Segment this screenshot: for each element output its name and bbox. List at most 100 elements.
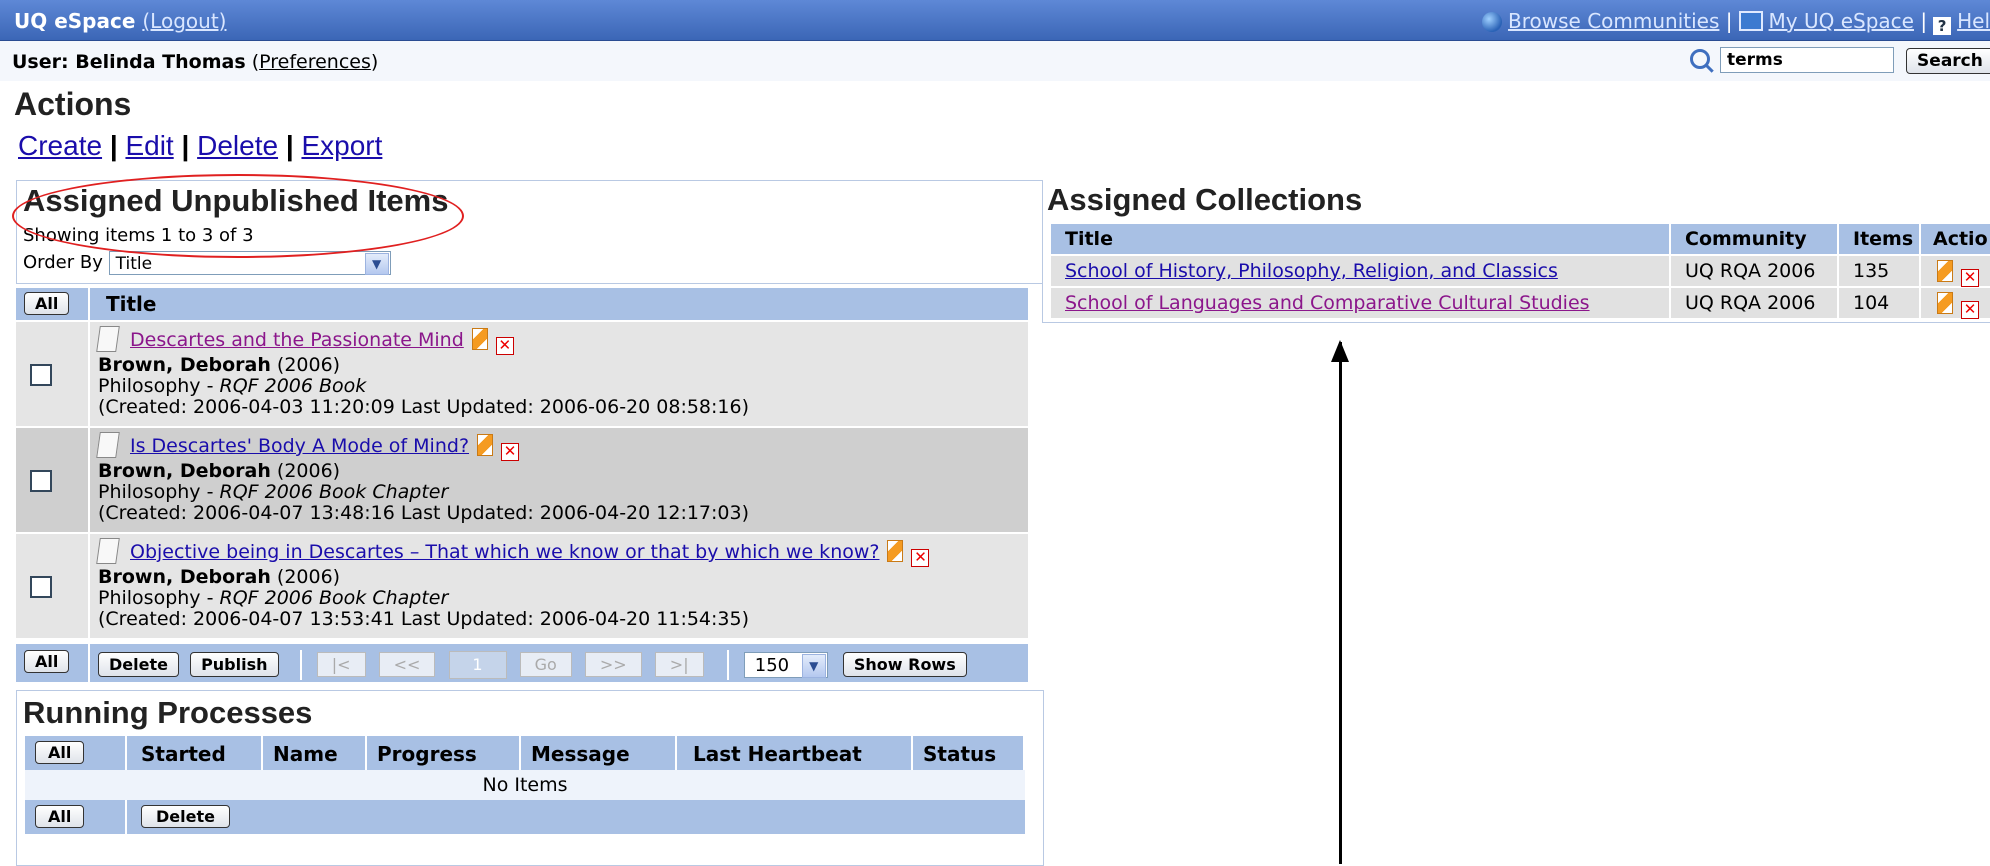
rows-per-page-value: 150 [754, 655, 790, 676]
site-name: UQ eSpace [14, 9, 136, 33]
item-author: Brown, Deborah [98, 566, 271, 588]
column-divider [125, 800, 127, 834]
row-checkbox[interactable] [30, 470, 52, 492]
title-column-header: Title [106, 292, 157, 316]
document-icon [96, 538, 120, 564]
processes-table-header: All Started Name Progress Message Last H… [25, 736, 1025, 770]
delete-icon[interactable]: ✕ [1961, 269, 1979, 287]
item-details: Is Descartes' Body A Mode of Mind? ✕ Brow… [96, 432, 750, 524]
order-by-value: Title [115, 254, 153, 274]
row-actions: ✕ [1929, 260, 1979, 287]
page-number-input[interactable]: 1 [448, 651, 507, 679]
table-row: Objective being in Descartes – That whic… [16, 534, 1028, 638]
delete-icon[interactable]: ✕ [1961, 301, 1979, 319]
edit-icon[interactable] [477, 434, 494, 456]
item-type: RQF 2006 Book Chapter [219, 481, 449, 503]
row-checkbox[interactable] [30, 364, 52, 386]
logout-link[interactable]: (Logout) [142, 9, 226, 33]
separator: | [1920, 9, 1928, 33]
column-divider [125, 736, 127, 770]
column-divider [1919, 288, 1921, 318]
show-rows-button[interactable]: Show Rows [842, 651, 967, 677]
document-icon [96, 326, 120, 352]
item-type: RQF 2006 Book Chapter [219, 587, 449, 609]
go-button[interactable]: Go [519, 651, 572, 677]
items-table-header: All Title [16, 288, 1028, 320]
delete-icon[interactable]: ✕ [501, 443, 520, 461]
column-divider [1669, 288, 1671, 318]
order-by: Order By Title ▼ [23, 251, 391, 275]
community-column-header: Community [1685, 228, 1807, 250]
showing-count: Showing items 1 to 3 of 3 [23, 225, 254, 246]
order-by-label: Order By [23, 252, 103, 273]
row-checkbox-cell [16, 534, 90, 638]
row-checkbox-cell [16, 322, 90, 426]
item-author: Brown, Deborah [98, 354, 271, 376]
user-label: User: [12, 51, 76, 73]
row-checkbox-cell [16, 428, 90, 532]
my-espace-link[interactable]: My UQ eSpace [1769, 9, 1914, 33]
preferences-link[interactable]: Preferences [259, 51, 371, 73]
pager-controls: Delete Publish |< << 1 Go >> >| 150 ▼ Sho… [98, 650, 973, 680]
select-all-button[interactable]: All [24, 650, 70, 673]
next-page-button[interactable]: >> [584, 651, 642, 677]
search-icon [1690, 48, 1710, 69]
select-all-cell: All [16, 288, 90, 320]
delete-icon[interactable]: ✕ [911, 549, 930, 567]
delete-button[interactable]: Delete [98, 651, 179, 677]
column-divider [1837, 224, 1839, 254]
edit-icon[interactable] [471, 328, 488, 350]
actions-column-header: Actio [1933, 228, 1988, 250]
item-dates: (Created: 2006-04-07 13:48:16 Last Updat… [98, 502, 750, 524]
last-page-button[interactable]: >| [654, 651, 704, 677]
help-icon: ? [1933, 17, 1952, 35]
item-dates: (Created: 2006-04-03 11:20:09 Last Updat… [98, 396, 750, 418]
item-title-link[interactable]: Objective being in Descartes – That whic… [130, 541, 879, 563]
chevron-down-icon: ▼ [801, 654, 826, 678]
create-link[interactable]: Create [18, 130, 102, 161]
order-by-select[interactable]: Title ▼ [108, 251, 391, 275]
item-subject: Philosophy - [98, 587, 220, 609]
rows-per-page-select[interactable]: 150 ▼ [743, 652, 828, 678]
user-info: User: Belinda Thomas (Preferences) [12, 51, 379, 73]
collection-community: UQ RQA 2006 [1685, 292, 1816, 314]
edit-icon[interactable] [1937, 292, 1953, 314]
browse-communities-link[interactable]: Browse Communities [1508, 9, 1719, 33]
collection-title-link[interactable]: School of Languages and Comparative Cult… [1065, 292, 1590, 314]
select-all-button[interactable]: All [24, 292, 70, 315]
export-link[interactable]: Export [301, 130, 382, 161]
table-row: Is Descartes' Body A Mode of Mind? ✕ Brow… [16, 428, 1028, 532]
search-input[interactable] [1720, 47, 1894, 73]
collection-community: UQ RQA 2006 [1685, 260, 1816, 282]
table-row: School of Languages and Comparative Cult… [1051, 288, 1990, 319]
delete-icon[interactable]: ✕ [495, 337, 514, 355]
delete-processes-button[interactable]: Delete [141, 805, 230, 828]
edit-icon[interactable] [1937, 260, 1953, 282]
help-link[interactable]: Hel [1957, 9, 1990, 33]
column-divider [1023, 736, 1025, 770]
edit-icon[interactable] [887, 540, 904, 562]
running-processes-panel: Running Processes All Started Name Progr… [16, 690, 1044, 866]
first-page-button[interactable]: |< [316, 651, 366, 677]
row-checkbox[interactable] [30, 576, 52, 598]
collection-item-count: 135 [1853, 260, 1890, 282]
prev-page-button[interactable]: << [378, 651, 436, 677]
delete-link[interactable]: Delete [197, 130, 278, 161]
select-all-button[interactable]: All [35, 805, 85, 828]
search-button[interactable]: Search [1906, 47, 1990, 74]
item-title-link[interactable]: Descartes and the Passionate Mind [130, 329, 464, 351]
select-all-button[interactable]: All [35, 741, 85, 764]
publish-button[interactable]: Publish [190, 651, 279, 677]
item-details: Objective being in Descartes – That whic… [96, 538, 930, 630]
last-heartbeat-column-header: Last Heartbeat [693, 742, 862, 766]
column-divider [365, 736, 367, 770]
collections-panel: Assigned Collections Title Community Ite… [1042, 180, 1990, 323]
monitor-icon [1738, 11, 1763, 31]
edit-link[interactable]: Edit [125, 130, 173, 161]
collection-title-link[interactable]: School of History, Philosophy, Religion,… [1065, 260, 1558, 282]
actions-links: Create | Edit | Delete | Export [18, 130, 383, 161]
processes-table-footer: All Delete [25, 800, 1025, 834]
column-divider [1669, 224, 1671, 254]
item-title-link[interactable]: Is Descartes' Body A Mode of Mind? [130, 435, 469, 457]
message-column-header: Message [531, 742, 630, 766]
